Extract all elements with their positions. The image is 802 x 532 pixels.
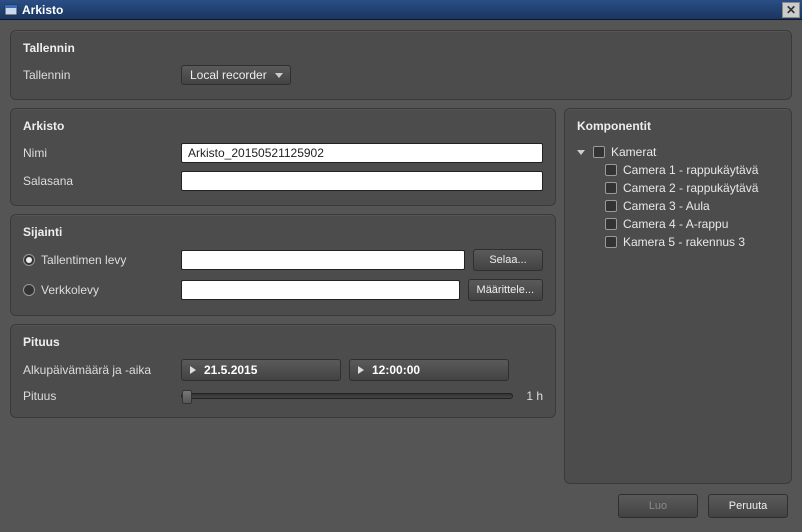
start-time-button[interactable]: 12:00:00 — [349, 359, 509, 381]
archive-password-input[interactable] — [181, 171, 543, 191]
tree-item[interactable]: Camera 4 - A-rappu — [577, 215, 779, 233]
tree-item-label: Camera 1 - rappukäytävä — [623, 163, 758, 177]
location-disk-label: Tallentimen levy — [41, 253, 126, 267]
location-panel: Sijainti Tallentimen levy Selaa... Verkk… — [10, 214, 556, 316]
tree-item[interactable]: Camera 3 - Aula — [577, 197, 779, 215]
location-network-radio[interactable] — [23, 284, 35, 296]
location-disk-row: Tallentimen levy Selaa... — [23, 249, 543, 271]
recorder-select-value: Local recorder — [190, 68, 267, 82]
length-panel-title: Pituus — [23, 335, 543, 349]
archive-name-label: Nimi — [23, 146, 173, 160]
length-row: Pituus 1 h — [23, 389, 543, 403]
length-slider-wrap: 1 h — [181, 389, 543, 403]
archive-name-input[interactable] — [181, 143, 543, 163]
components-tree: Kamerat Camera 1 - rappukäytävä Camera 2… — [577, 143, 779, 469]
tree-item-label: Kamera 5 - rakennus 3 — [623, 235, 745, 249]
chevron-down-icon — [577, 150, 585, 155]
close-icon: ✕ — [786, 4, 796, 16]
location-disk-input[interactable] — [181, 250, 465, 270]
archive-dialog: Arkisto ✕ Tallennin Tallennin Local reco… — [0, 0, 802, 532]
play-icon — [358, 366, 364, 374]
middle-area: Arkisto Nimi Salasana Sijainti — [10, 108, 792, 484]
recorder-panel-title: Tallennin — [23, 41, 779, 55]
components-panel: Komponentit Kamerat Camera 1 - rappukäyt… — [564, 108, 792, 484]
location-network-option[interactable]: Verkkolevy — [23, 283, 173, 297]
length-slider[interactable] — [181, 393, 513, 399]
recorder-select[interactable]: Local recorder — [181, 65, 291, 85]
define-button[interactable]: Määrittele... — [468, 279, 543, 301]
recorder-row: Tallennin Local recorder — [23, 65, 779, 85]
tree-item-checkbox[interactable] — [605, 200, 617, 212]
length-slider-thumb[interactable] — [182, 390, 192, 404]
location-network-label: Verkkolevy — [41, 283, 99, 297]
start-date-button[interactable]: 21.5.2015 — [181, 359, 341, 381]
location-panel-title: Sijainti — [23, 225, 543, 239]
archive-name-row: Nimi — [23, 143, 543, 163]
tree-item[interactable]: Camera 2 - rappukäytävä — [577, 179, 779, 197]
tree-item[interactable]: Kamera 5 - rakennus 3 — [577, 233, 779, 251]
start-datetime-row: Alkupäivämäärä ja -aika 21.5.2015 12:00:… — [23, 359, 543, 381]
tree-item-label: Camera 4 - A-rappu — [623, 217, 728, 231]
location-network-input[interactable] — [181, 280, 460, 300]
archive-panel: Arkisto Nimi Salasana — [10, 108, 556, 206]
footer: Luo Peruuta — [10, 492, 792, 522]
archive-password-row: Salasana — [23, 171, 543, 191]
play-icon — [190, 366, 196, 374]
titlebar: Arkisto ✕ — [0, 0, 802, 20]
recorder-label: Tallennin — [23, 68, 173, 82]
tree-item[interactable]: Camera 1 - rappukäytävä — [577, 161, 779, 179]
archive-panel-title: Arkisto — [23, 119, 543, 133]
cancel-button[interactable]: Peruuta — [708, 494, 788, 518]
tree-item-label: Camera 2 - rappukäytävä — [623, 181, 758, 195]
tree-item-label: Camera 3 - Aula — [623, 199, 710, 213]
start-time-value: 12:00:00 — [372, 363, 420, 377]
browse-button[interactable]: Selaa... — [473, 249, 543, 271]
tree-group-label: Kamerat — [611, 145, 656, 159]
app-icon — [4, 3, 18, 17]
create-button[interactable]: Luo — [618, 494, 698, 518]
titlebar-left: Arkisto — [4, 3, 63, 17]
location-disk-option[interactable]: Tallentimen levy — [23, 253, 173, 267]
recorder-panel: Tallennin Tallennin Local recorder — [10, 30, 792, 100]
length-label: Pituus — [23, 389, 173, 403]
components-panel-title: Komponentit — [577, 119, 779, 133]
close-button[interactable]: ✕ — [782, 2, 800, 18]
tree-item-checkbox[interactable] — [605, 236, 617, 248]
location-network-row: Verkkolevy Määrittele... — [23, 279, 543, 301]
right-column: Komponentit Kamerat Camera 1 - rappukäyt… — [564, 108, 792, 484]
tree-group-cameras[interactable]: Kamerat — [577, 143, 779, 161]
length-value: 1 h — [523, 389, 543, 403]
tree-item-checkbox[interactable] — [605, 164, 617, 176]
content: Tallennin Tallennin Local recorder Arkis… — [0, 20, 802, 532]
length-panel: Pituus Alkupäivämäärä ja -aika 21.5.2015… — [10, 324, 556, 418]
archive-password-label: Salasana — [23, 174, 173, 188]
start-datetime-label: Alkupäivämäärä ja -aika — [23, 363, 173, 377]
tree-item-checkbox[interactable] — [605, 182, 617, 194]
left-column: Arkisto Nimi Salasana Sijainti — [10, 108, 556, 484]
window-title: Arkisto — [22, 3, 63, 17]
tree-item-checkbox[interactable] — [605, 218, 617, 230]
tree-group-checkbox[interactable] — [593, 146, 605, 158]
location-disk-radio[interactable] — [23, 254, 35, 266]
start-date-value: 21.5.2015 — [204, 363, 257, 377]
